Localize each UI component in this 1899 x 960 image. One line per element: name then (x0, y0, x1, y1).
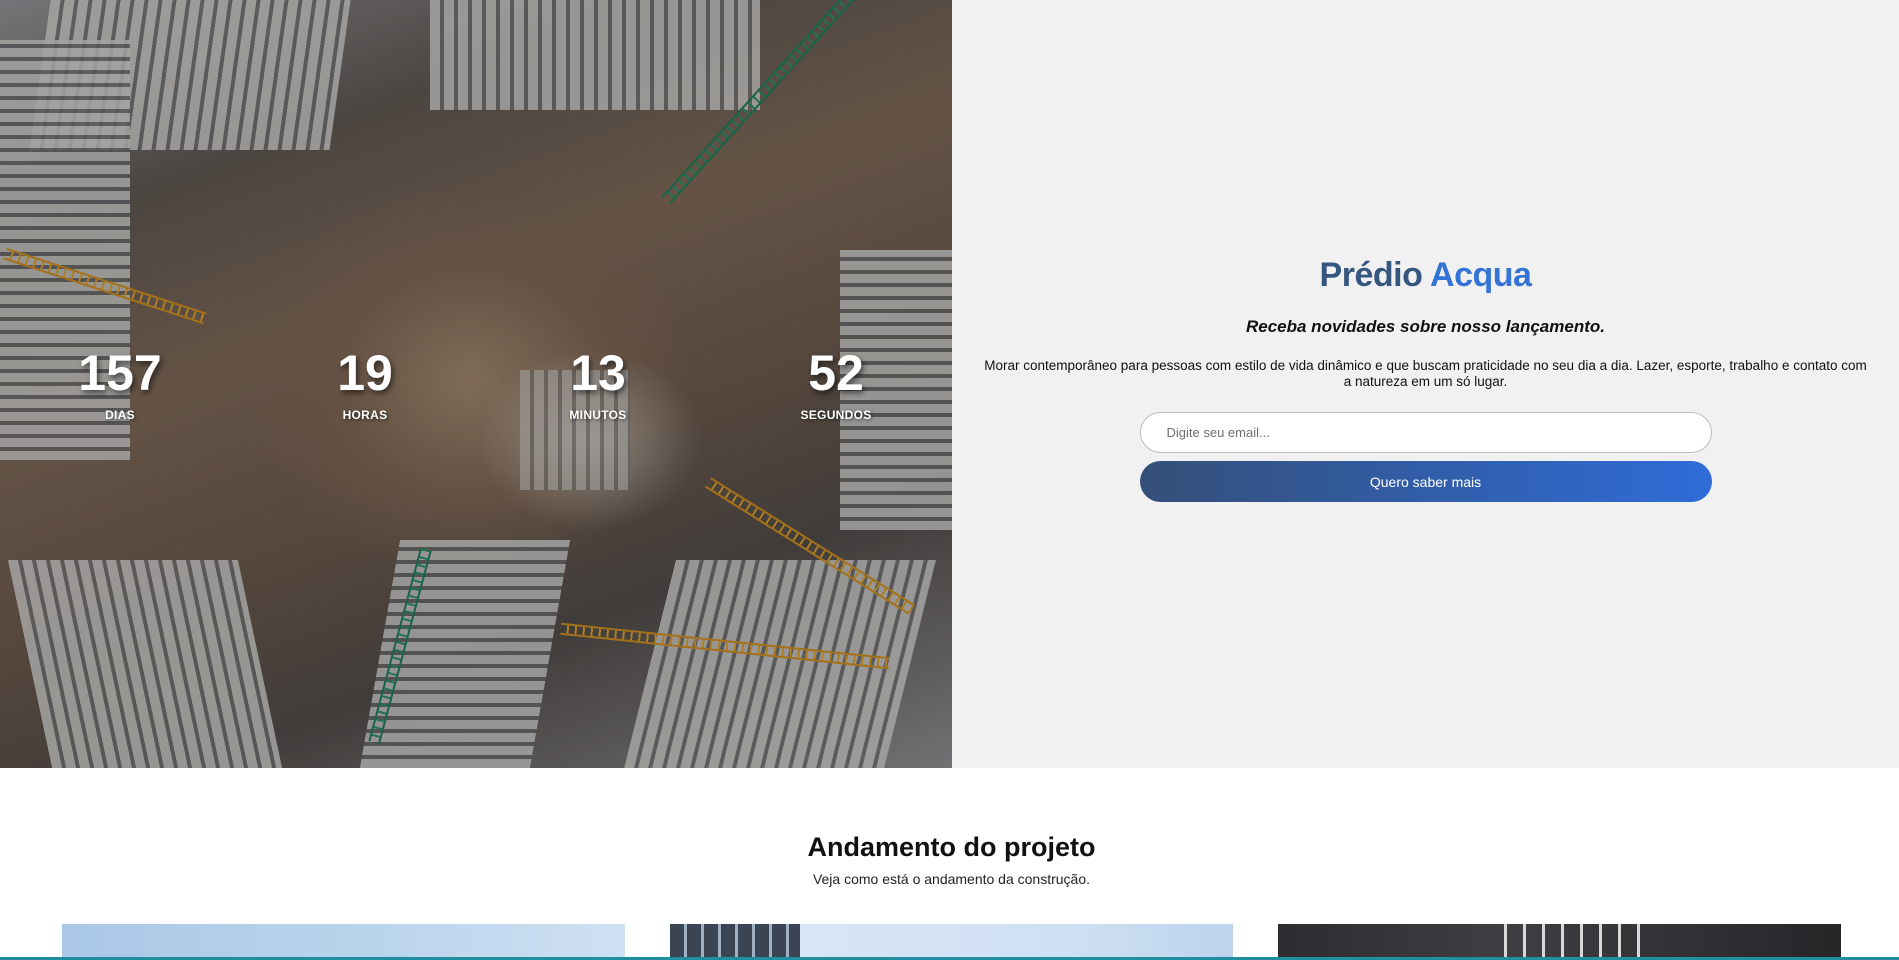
brand-title-part1: Prédio (1319, 256, 1423, 294)
building-shape (670, 924, 800, 960)
email-input[interactable] (1139, 412, 1712, 453)
section-title: Andamento do projeto (807, 832, 1096, 862)
project-progress-section: Andamento do projeto Veja como está o an… (0, 768, 1899, 960)
countdown-minutes-value: 13 (570, 345, 626, 401)
scaffold-shape (1488, 924, 1648, 960)
signup-panel: Prédio Acqua Receba novidades sobre noss… (952, 0, 1899, 768)
signup-form: Quero saber mais (1139, 412, 1712, 502)
countdown-days-value: 157 (78, 345, 162, 401)
countdown-seconds-value: 52 (808, 345, 864, 401)
construction-aerial-image: 157 DIAS 19 HORAS 13 MINUTOS 52 SEGUNDOS (0, 0, 952, 768)
progress-card-image-3 (1278, 924, 1841, 960)
countdown-minutes-label: MINUTOS (569, 408, 627, 422)
countdown-days: 157 DIAS (50, 344, 190, 422)
countdown-hours: 19 HORAS (295, 344, 435, 422)
countdown-seconds-label: SEGUNDOS (800, 408, 872, 422)
countdown-hours-label: HORAS (342, 408, 388, 422)
signup-content: Prédio Acqua Receba novidades sobre noss… (952, 252, 1899, 502)
tagline: Receba novidades sobre nosso lançamento. (1245, 317, 1605, 336)
brand-title: Prédio Acqua (952, 252, 1899, 298)
countdown-hours-value: 19 (337, 345, 393, 401)
countdown-minutes: 13 MINUTOS (528, 344, 668, 422)
brand-title-part2: Acqua (1430, 256, 1532, 294)
countdown-timer: 157 DIAS 19 HORAS 13 MINUTOS 52 SEGUNDOS (0, 344, 952, 434)
countdown-days-label: DIAS (105, 408, 135, 422)
progress-card-image-2 (670, 924, 1233, 960)
description: Morar contemporâneo para pessoas com est… (984, 358, 1867, 389)
countdown-seconds: 52 SEGUNDOS (766, 344, 906, 422)
section-subtitle: Veja como está o andamento da construção… (812, 871, 1091, 887)
hero-section: 157 DIAS 19 HORAS 13 MINUTOS 52 SEGUNDOS… (0, 0, 1899, 768)
submit-button[interactable]: Quero saber mais (1139, 461, 1712, 502)
progress-card-image-1 (62, 924, 625, 960)
